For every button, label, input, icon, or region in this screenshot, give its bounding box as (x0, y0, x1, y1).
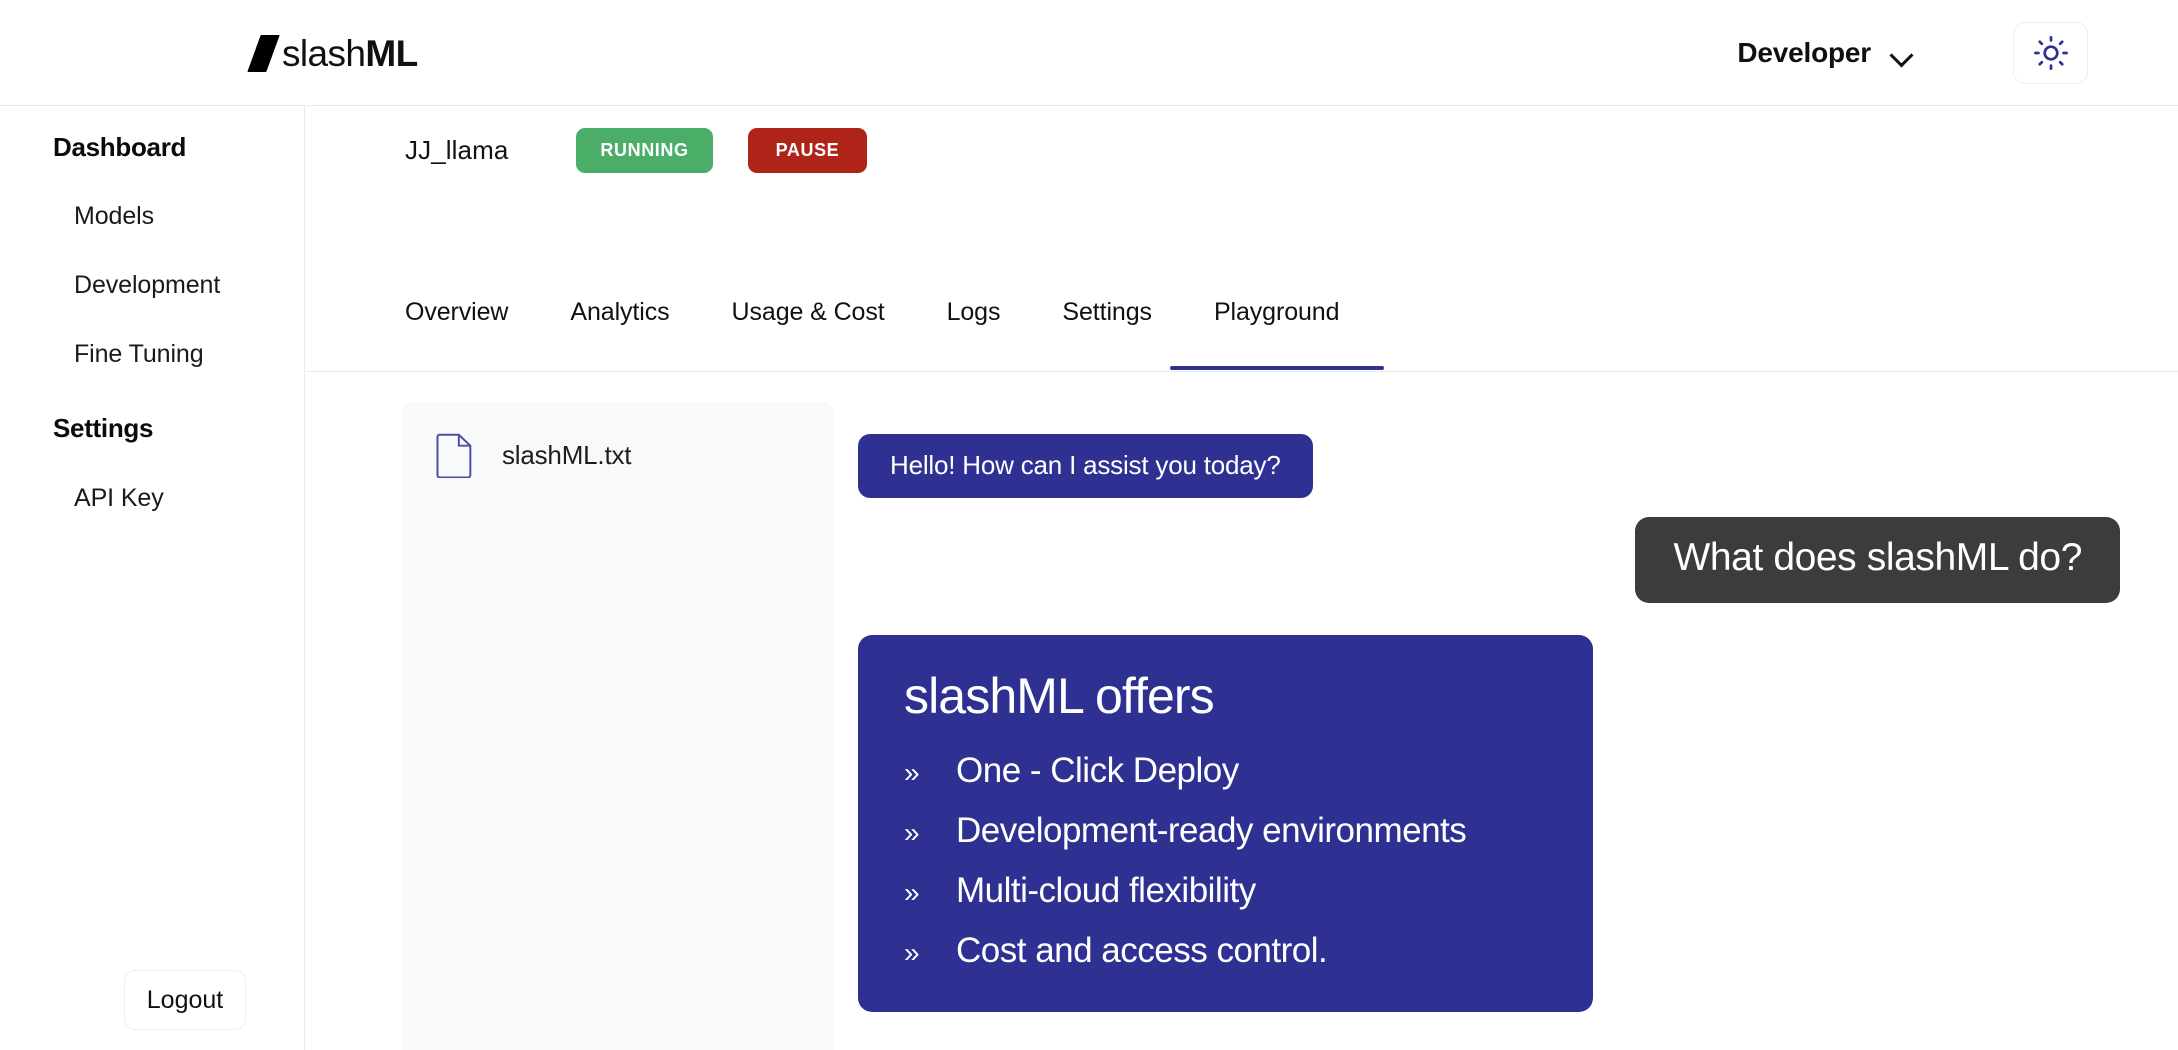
answer-card-bullet: » Cost and access control. (904, 930, 1547, 972)
brand-wordmark-light: slash (282, 32, 366, 74)
chat-message-row: Hello! How can I assist you today? (858, 402, 2120, 498)
file-panel: slashML.txt CHOOSE FILE (402, 402, 833, 1050)
tab-usage-cost[interactable]: Usage & Cost (732, 298, 885, 367)
tab-overview[interactable]: Overview (405, 298, 508, 367)
bullet-marker-icon: » (904, 937, 920, 968)
file-list-item[interactable]: slashML.txt (402, 402, 833, 478)
sidebar-item-models[interactable]: Models (0, 202, 304, 231)
model-status-bar: JJ_llama RUNNING PAUSE (306, 128, 868, 173)
slash-logo-icon (247, 34, 280, 72)
model-name-label: JJ_llama (405, 135, 509, 165)
sidebar: Dashboard Models Development Fine Tuning… (0, 106, 305, 1050)
status-badge-running[interactable]: RUNNING (576, 128, 713, 173)
sun-icon (2033, 36, 2068, 70)
logout-button[interactable]: Logout (124, 970, 246, 1030)
main-content: JJ_llama RUNNING PAUSE Overview Analytic… (306, 106, 2178, 1050)
tab-logs[interactable]: Logs (947, 298, 1001, 367)
tab-analytics[interactable]: Analytics (570, 298, 669, 367)
app-header: slashML Developer (0, 0, 2178, 106)
chat-message-row: What does slashML do? (858, 498, 2120, 603)
assistant-greeting-bubble: Hello! How can I assist you today? (858, 434, 1313, 498)
tab-settings[interactable]: Settings (1062, 298, 1152, 367)
user-message-bubble: What does slashML do? (1635, 517, 2120, 603)
answer-card-bullet-text: Multi-cloud flexibility (956, 871, 1256, 910)
app-root: slashML Developer Dashboard Models Devel… (0, 0, 2178, 1050)
answer-card-bullet: » Multi-cloud flexibility (904, 870, 1547, 912)
tab-playground[interactable]: Playground (1169, 298, 1386, 370)
tab-bar: Overview Analytics Usage & Cost Logs Set… (306, 298, 2178, 372)
answer-card-bullet-text: Development-ready environments (956, 811, 1467, 850)
bullet-marker-icon: » (904, 877, 920, 908)
user-menu-label: Developer (1737, 37, 1871, 68)
chat-thread: Hello! How can I assist you today? What … (858, 402, 2178, 1050)
header-right-cluster: Developer (1737, 0, 2178, 106)
answer-card-bullet: » Development-ready environments (904, 810, 1547, 852)
brand-logo[interactable]: slashML (247, 30, 418, 76)
document-file-icon (436, 433, 472, 478)
bullet-marker-icon: » (904, 817, 920, 848)
answer-card-bullet-text: Cost and access control. (956, 931, 1328, 970)
assistant-answer-card: slashML offers » One - Click Deploy » De… (858, 635, 1593, 1012)
answer-card-bullet: » One - Click Deploy (904, 750, 1547, 792)
pause-button[interactable]: PAUSE (747, 128, 868, 173)
theme-toggle-button[interactable] (2013, 22, 2088, 84)
sidebar-item-development[interactable]: Development (0, 271, 304, 300)
chat-message-row: slashML offers » One - Click Deploy » De… (858, 603, 2120, 1012)
chevron-down-icon (1891, 47, 1913, 60)
answer-card-title: slashML offers (904, 668, 1215, 724)
bullet-marker-icon: » (904, 757, 920, 788)
sidebar-group-settings: Settings (53, 413, 154, 443)
user-menu[interactable]: Developer (1737, 37, 1913, 69)
sidebar-item-api-key[interactable]: API Key (0, 484, 304, 513)
file-name-label: slashML.txt (502, 439, 632, 470)
sidebar-group-dashboard: Dashboard (53, 132, 187, 162)
answer-card-bullet-list: » One - Click Deploy » Development-ready… (904, 750, 1547, 972)
sidebar-item-fine-tuning[interactable]: Fine Tuning (0, 340, 304, 369)
brand-wordmark: slashML (282, 35, 418, 72)
answer-card-bullet-text: One - Click Deploy (956, 751, 1239, 790)
brand-wordmark-bold: ML (365, 32, 418, 74)
